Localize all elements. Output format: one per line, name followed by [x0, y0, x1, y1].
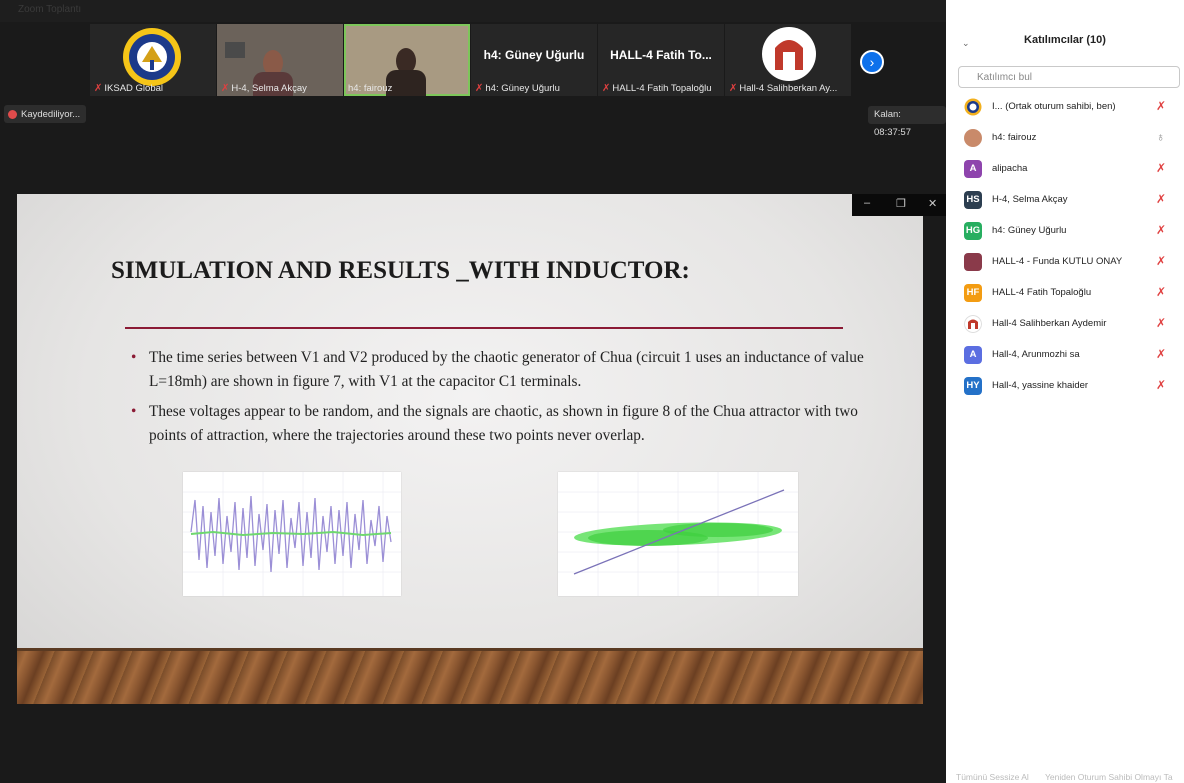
tile-label: ✗ Hall-4 Salihberkan Ay... — [729, 83, 838, 94]
window-title: Zoom Toplantı — [18, 4, 82, 15]
bullet-list: • The time series between V1 and V2 produ… — [127, 346, 887, 454]
participant-name: alipacha — [992, 163, 1028, 174]
participant-search-input[interactable] — [958, 66, 1180, 88]
mic-muted-icon[interactable]: ✗ — [1156, 223, 1166, 237]
participant-row[interactable]: I... (Ortak oturum sahibi, ben) ✗ — [946, 92, 1184, 123]
panel-header: ⌄ Katılımcılar (10) — [946, 0, 1184, 62]
participant-name: I... (Ortak oturum sahibi, ben) — [992, 101, 1116, 112]
meeting-stage: ✗ IKSAD Global ✗ H-4, Selma Akçay h4: fair… — [0, 22, 946, 783]
participant-name: Hall-4, yassine khaider — [992, 380, 1089, 391]
tile-name: HALL-4 Fatih To... — [610, 48, 712, 62]
tile-name: h4: Güney Uğurlu — [483, 48, 585, 62]
remaining-time: Kalan: 08:37:57 — [868, 106, 946, 138]
participant-name: HALL-4 Fatih Topaloğlu — [992, 287, 1092, 298]
participant-name: h4: fairouz — [992, 132, 1037, 143]
wood-floor-decoration — [17, 648, 923, 704]
mic-muted-icon[interactable]: ✗ — [1156, 316, 1166, 330]
university-logo-icon — [762, 27, 816, 81]
video-tile-fatih[interactable]: HALL-4 Fatih To... ✗ HALL-4 Fatih Topaloğ… — [598, 24, 724, 96]
video-tile-salihberkan[interactable]: ✗ Hall-4 Salihberkan Ay... — [725, 24, 851, 96]
time-series-plot — [183, 472, 401, 596]
avatar — [964, 253, 982, 271]
participants-panel: ⌄ Katılımcılar (10) ⌕ I... (Ortak oturum… — [946, 0, 1184, 783]
mic-muted-icon[interactable]: ✗ — [1156, 99, 1166, 113]
mute-all-button[interactable]: Tümünü Sessize Al — [956, 772, 1029, 782]
participant-row[interactable]: A alipacha ✗ — [946, 154, 1184, 185]
tile-label: ✗ H-4, Selma Akçay — [221, 83, 307, 94]
participant-name: h4: Güney Uğurlu — [992, 225, 1067, 236]
mic-muted-icon[interactable]: ✗ — [1156, 254, 1166, 268]
mic-muted-icon[interactable]: ✗ — [1156, 347, 1166, 361]
avatar: A — [964, 160, 982, 178]
participant-name: HALL-4 - Funda KUTLU ONAY — [992, 256, 1123, 267]
background-picture — [225, 42, 245, 58]
mic-muted-icon: ✗ — [729, 83, 738, 94]
participant-row[interactable]: HF HALL-4 Fatih Topaloğlu ✗ — [946, 278, 1184, 309]
bullet-item: • The time series between V1 and V2 produ… — [127, 346, 887, 393]
participant-list: I... (Ortak oturum sahibi, ben) ✗ h4: fa… — [946, 92, 1184, 402]
participant-row[interactable]: HS H-4, Selma Akçay ✗ — [946, 185, 1184, 216]
tile-label: ✗ h4: Güney Uğurlu — [475, 83, 560, 94]
tile-label: ✗ HALL-4 Fatih Topaloğlu — [602, 83, 712, 94]
video-tile-iksad[interactable]: ✗ IKSAD Global — [90, 24, 216, 96]
avatar — [964, 315, 982, 333]
recording-indicator[interactable]: Kaydediliyor... — [4, 105, 87, 123]
recording-label: Kaydediliyor... — [21, 108, 81, 120]
figure-chua-attractor — [558, 472, 798, 596]
participant-name: Hall-4, Arunmozhi sa — [992, 349, 1080, 360]
mic-muted-icon: ✗ — [475, 83, 484, 94]
title-bar: Zoom Toplantı — [0, 0, 946, 22]
title-divider — [125, 327, 843, 329]
iksad-logo-icon — [123, 28, 181, 86]
mic-icon[interactable]: ♁ — [1156, 130, 1165, 144]
video-tile-selma[interactable]: ✗ H-4, Selma Akçay — [217, 24, 343, 96]
close-icon[interactable]: ✕ — [928, 197, 937, 210]
avatar: HG — [964, 222, 982, 240]
figure-time-series — [183, 472, 401, 596]
participant-row[interactable]: A Hall-4, Arunmozhi sa ✗ — [946, 340, 1184, 371]
slide-title: SIMULATION AND RESULTS _WITH INDUCTOR: — [111, 257, 690, 284]
mic-muted-icon: ✗ — [221, 83, 230, 94]
participant-row[interactable]: HY Hall-4, yassine khaider ✗ — [946, 371, 1184, 402]
video-tile-fairouz[interactable]: h4: fairouz — [344, 24, 470, 96]
tile-label: ✗ IKSAD Global — [94, 83, 164, 94]
panel-footer: Tümünü Sessize Al Yeniden Oturum Sahibi … — [956, 772, 1184, 782]
restore-icon[interactable]: ❐ — [896, 197, 906, 210]
avatar: HF — [964, 284, 982, 302]
participant-row[interactable]: HALL-4 - Funda KUTLU ONAY ✗ — [946, 247, 1184, 278]
mic-muted-icon[interactable]: ✗ — [1156, 285, 1166, 299]
mic-muted-icon[interactable]: ✗ — [1156, 192, 1166, 206]
recording-dot-icon — [8, 109, 17, 119]
tile-label: h4: fairouz — [348, 83, 393, 94]
mic-muted-icon[interactable]: ✗ — [1156, 161, 1166, 175]
shared-screen: SIMULATION AND RESULTS _WITH INDUCTOR: •… — [17, 194, 923, 704]
participant-row[interactable]: Hall-4 Salihberkan Aydemir ✗ — [946, 309, 1184, 340]
minimize-icon[interactable]: – — [864, 197, 870, 209]
participant-name: Hall-4 Salihberkan Aydemir — [992, 318, 1107, 329]
participant-row[interactable]: h4: fairouz ♁ — [946, 123, 1184, 154]
mic-muted-icon[interactable]: ✗ — [1156, 378, 1166, 392]
panel-title: Katılımcılar (10) — [1024, 34, 1106, 46]
next-page-button[interactable]: › — [860, 50, 884, 74]
avatar — [964, 129, 982, 147]
avatar: HS — [964, 191, 982, 209]
avatar — [964, 98, 982, 116]
chevron-right-icon: › — [869, 54, 875, 70]
bullet-icon: • — [131, 403, 137, 420]
mic-muted-icon: ✗ — [602, 83, 611, 94]
mic-muted-icon: ✗ — [94, 83, 103, 94]
participant-name: H-4, Selma Akçay — [992, 194, 1068, 205]
video-tile-guney[interactable]: h4: Güney Uğurlu ✗ h4: Güney Uğurlu — [471, 24, 597, 96]
bullet-item: • These voltages appear to be random, and… — [127, 400, 887, 447]
participant-row[interactable]: HG h4: Güney Uğurlu ✗ — [946, 216, 1184, 247]
bullet-icon: • — [131, 349, 137, 366]
attractor-plot — [558, 472, 798, 596]
share-window-controls: – ❐ ✕ — [852, 194, 946, 216]
reclaim-host-button[interactable]: Yeniden Oturum Sahibi Olmayı Ta — [1045, 772, 1173, 782]
avatar: HY — [964, 377, 982, 395]
avatar: A — [964, 346, 982, 364]
